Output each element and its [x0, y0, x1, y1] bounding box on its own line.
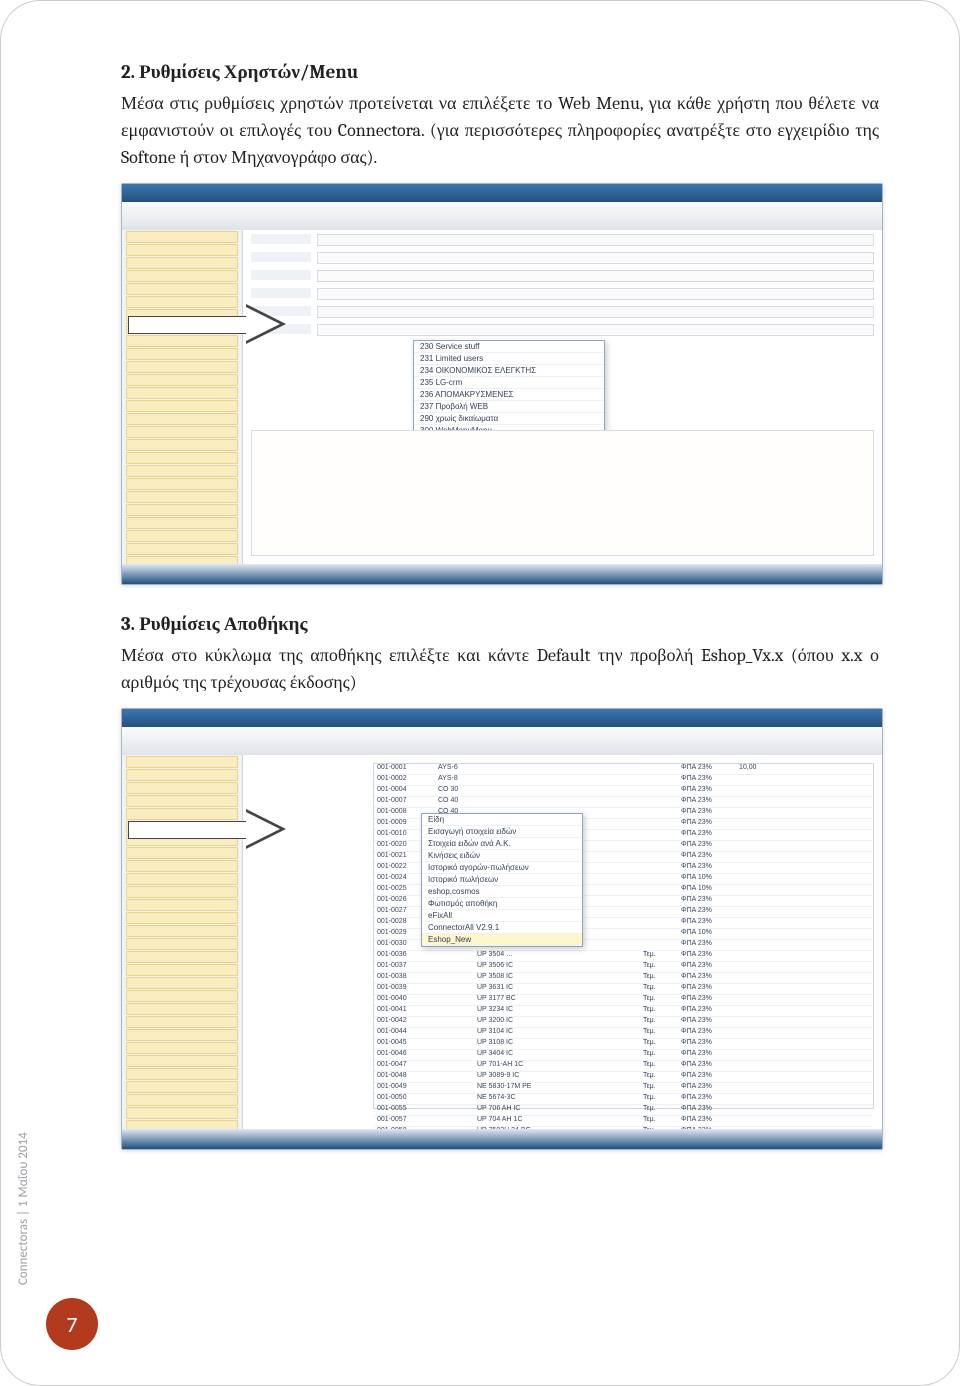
field-onoma[interactable] [317, 252, 874, 264]
field-password[interactable] [317, 270, 874, 282]
dropdown-option[interactable]: ConnectorAll V2.9.1 [422, 922, 582, 934]
page: 2. Ρυθμίσεις Χρηστών/Menu Μέσα στις ρυθμ… [0, 0, 960, 1386]
dropdown-option[interactable]: 236 ΑΠΟΜΑΚΡΥΣΜΕΝΕΣ [414, 389, 604, 401]
app-body: 230 Service stuff231 Limited users234 ΟΙ… [122, 230, 882, 564]
section2-title: 2. Ρυθμίσεις Χρηστών/Menu [121, 61, 879, 84]
dropdown-option[interactable]: 235 LG-crm [414, 377, 604, 389]
table-row[interactable]: 001-0001AYS-6ΦΠΑ 23%10,00 [374, 764, 873, 775]
field-kodikos[interactable] [317, 234, 874, 246]
table-row[interactable]: 001-0046UP 3404 ICΤεμ.ΦΠΑ 23% [374, 1050, 873, 1061]
dropdown-option[interactable]: 237 Προβολή WEB [414, 401, 604, 413]
table-row[interactable]: 001-0037UP 3506 ICΤεμ.ΦΠΑ 23% [374, 962, 873, 973]
dropdown-option[interactable]: 234 ΟΙΚΟΝΟΜΙΚΟΣ ΕΛΕΓΚΤΗΣ [414, 365, 604, 377]
table-row[interactable]: 001-0048UP 3089-9 ICΤεμ.ΦΠΑ 23% [374, 1072, 873, 1083]
os-taskbar [122, 564, 882, 584]
table-row[interactable]: 001-0041UP 3234 ICΤεμ.ΦΠΑ 23% [374, 1006, 873, 1017]
dropdown-option[interactable]: eshop,cosmos [422, 886, 582, 898]
table-row[interactable]: 001-0004CO 30ΦΠΑ 23% [374, 786, 873, 797]
app-ribbon [122, 727, 882, 756]
field-menu[interactable] [317, 324, 874, 336]
app-ribbon [122, 202, 882, 231]
screenshot-users-menu: 230 Service stuff231 Limited users234 ΟΙ… [121, 183, 883, 585]
app-titlebar [122, 184, 882, 202]
table-row[interactable]: 001-0055UP 706 AH ICΤεμ.ΦΠΑ 23% [374, 1105, 873, 1116]
nav-tree[interactable] [122, 230, 243, 564]
grid-area: 001-0001AYS-6ΦΠΑ 23%10,00001-0002AYS-8ΦΠ… [243, 755, 882, 1129]
table-row[interactable]: 001-0044UP 3104 ICΤεμ.ΦΠΑ 23% [374, 1028, 873, 1039]
table-row[interactable]: 001-0007CO 40ΦΠΑ 23% [374, 797, 873, 808]
table-row[interactable]: 001-0057UP 704 AH 1CΤεμ.ΦΠΑ 23% [374, 1116, 873, 1127]
app-titlebar [122, 709, 882, 727]
table-row[interactable]: 001-0002AYS-8ΦΠΑ 23% [374, 775, 873, 786]
dropdown-option[interactable]: Φωτισμός αποθήκη [422, 898, 582, 910]
view-dropdown[interactable]: ΕίδηΕισαγωγή στοιχεία ειδώνΣτοιχεία ειδώ… [421, 813, 583, 947]
section3-title: 3. Ρυθμίσεις Αποθήκης [121, 613, 879, 636]
dropdown-option[interactable]: Εισαγωγή στοιχεία ειδών [422, 826, 582, 838]
field-email[interactable] [317, 306, 874, 318]
dropdown-option[interactable]: 290 χρωίς δικαίωματα [414, 413, 604, 425]
table-row[interactable]: 001-0047UP 701-AH 1CΤεμ.ΦΠΑ 23% [374, 1061, 873, 1072]
page-number-badge: 7 [46, 1298, 98, 1350]
dropdown-option[interactable]: eFixAll [422, 910, 582, 922]
table-row[interactable]: 001-0040UP 3177 BCΤεμ.ΦΠΑ 23% [374, 995, 873, 1006]
table-row[interactable]: 001-0049NE 5830-17M PEΤεμ.ΦΠΑ 23% [374, 1083, 873, 1094]
screenshot-warehouse: 001-0001AYS-6ΦΠΑ 23%10,00001-0002AYS-8ΦΠ… [121, 708, 883, 1150]
table-row[interactable]: 001-0038UP 3508 ICΤεμ.ΦΠΑ 23% [374, 973, 873, 984]
dropdown-option[interactable]: Κινήσεις ειδών [422, 850, 582, 862]
table-row[interactable]: 001-0039UP 3631 ICΤεμ.ΦΠΑ 23% [374, 984, 873, 995]
form-area: 230 Service stuff231 Limited users234 ΟΙ… [243, 230, 882, 564]
permissions-grid[interactable] [251, 430, 874, 556]
side-caption: Connectoras | 1 Μαΐου 2014 [16, 1132, 31, 1285]
dropdown-option[interactable]: 231 Limited users [414, 353, 604, 365]
section3-paragraph: Μέσα στο κύκλωμα της αποθήκης επιλέξτε κ… [121, 642, 879, 696]
table-row[interactable]: 001-0036UP 3504 …Τεμ.ΦΠΑ 23% [374, 951, 873, 962]
dropdown-option[interactable]: Στοιχεία ειδών ανά Α.Κ. [422, 838, 582, 850]
dropdown-option[interactable]: Ιστορικό αγορών-πωλήσεων [422, 862, 582, 874]
pointer-arrow [128, 809, 288, 849]
os-taskbar [122, 1129, 882, 1149]
dropdown-option[interactable]: 230 Service stuff [414, 341, 604, 353]
pointer-arrow [128, 304, 288, 344]
table-row[interactable]: 001-0045UP 3108 ICΤεμ.ΦΠΑ 23% [374, 1039, 873, 1050]
dropdown-option[interactable]: Ιστορικό πωλήσεων [422, 874, 582, 886]
dropdown-option[interactable]: Eshop_New [422, 934, 582, 946]
field-epivev[interactable] [317, 288, 874, 300]
table-row[interactable]: 001-0042UP 3200 ICΤεμ.ΦΠΑ 23% [374, 1017, 873, 1028]
section2-paragraph: Μέσα στις ρυθμίσεις χρηστών προτείνεται … [121, 90, 879, 171]
table-row[interactable]: 001-0050NE 5674-3CΤεμ.ΦΠΑ 23% [374, 1094, 873, 1105]
dropdown-option[interactable]: Είδη [422, 814, 582, 826]
